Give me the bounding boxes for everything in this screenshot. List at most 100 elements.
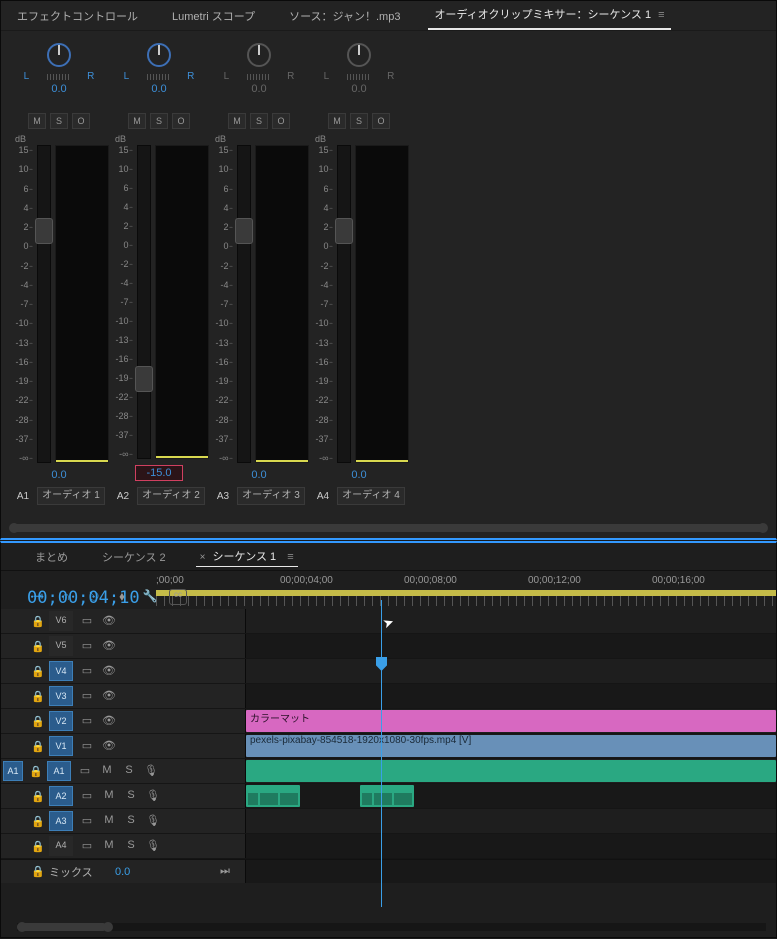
track-name-field[interactable]: オーディオ 1: [37, 487, 105, 505]
eye-icon[interactable]: 👁: [101, 689, 117, 703]
voice-record-icon[interactable]: 🎙: [143, 764, 159, 778]
sync-lock-icon[interactable]: ▭: [79, 739, 95, 753]
eye-icon[interactable]: 👁: [101, 639, 117, 653]
track-toggle[interactable]: A2: [49, 786, 73, 806]
eye-icon[interactable]: 👁: [101, 664, 117, 678]
sync-lock-icon[interactable]: ▭: [79, 839, 95, 853]
lock-icon[interactable]: 🔒: [31, 840, 43, 853]
lock-icon[interactable]: 🔒: [31, 690, 43, 703]
voice-record-icon[interactable]: 🎙: [145, 839, 161, 853]
eye-icon[interactable]: 👁: [101, 614, 117, 628]
tab-effect-controls[interactable]: エフェクトコントロール: [11, 4, 144, 28]
pan-value[interactable]: 0.0: [351, 83, 366, 95]
mute-button[interactable]: M: [99, 764, 115, 778]
lock-icon[interactable]: 🔒: [31, 865, 43, 878]
solo-button[interactable]: S: [123, 839, 139, 853]
track-toggle[interactable]: V1: [49, 736, 73, 756]
clip-audio-a2-2[interactable]: [360, 785, 414, 807]
gain-value[interactable]: 0.0: [351, 469, 366, 481]
fader-track[interactable]: [37, 145, 51, 463]
source-patch[interactable]: A1: [3, 761, 23, 781]
gain-value[interactable]: 0.0: [51, 469, 66, 481]
pan-knob[interactable]: [145, 41, 173, 69]
timeline-scroll-thumb[interactable]: [17, 923, 107, 931]
solo-button[interactable]: S: [123, 814, 139, 828]
lock-icon[interactable]: 🔒: [31, 665, 43, 678]
solo-button[interactable]: S: [121, 764, 137, 778]
sync-lock-icon[interactable]: ▭: [79, 789, 95, 803]
track-toggle[interactable]: A1: [47, 761, 71, 781]
mute-button[interactable]: M: [101, 789, 117, 803]
tab-source[interactable]: ソース：ジャン！.mp3: [283, 4, 406, 28]
pan-value[interactable]: 0.0: [251, 83, 266, 95]
sync-lock-icon[interactable]: ▭: [79, 639, 95, 653]
pan-value[interactable]: 0.0: [151, 83, 166, 95]
tab-lumetri-scopes[interactable]: Lumetri スコープ: [166, 4, 261, 28]
zoom-handle-right[interactable]: [103, 922, 113, 932]
timecode-display[interactable]: 00;00;04;10: [1, 582, 156, 608]
sync-lock-icon[interactable]: ▭: [79, 689, 95, 703]
pan-knob[interactable]: [345, 41, 373, 69]
fader-handle[interactable]: [135, 366, 153, 392]
pan-knob[interactable]: [45, 41, 73, 69]
fader-handle[interactable]: [235, 218, 253, 244]
timeline-tab-summary[interactable]: まとめ: [31, 547, 72, 567]
clip-audio-a1[interactable]: [246, 760, 776, 782]
mute-button[interactable]: M: [101, 839, 117, 853]
lock-icon[interactable]: 🔒: [31, 790, 43, 803]
sync-lock-icon[interactable]: ▭: [79, 714, 95, 728]
fader-track[interactable]: [137, 145, 151, 459]
gain-value[interactable]: 0.0: [251, 469, 266, 481]
timeline-tab-sequence1[interactable]: × シーケンス 1 ≡: [196, 546, 298, 567]
track-content[interactable]: [245, 634, 776, 658]
track-content[interactable]: [245, 659, 776, 683]
pan-value[interactable]: 0.0: [51, 83, 66, 95]
solo-button[interactable]: S: [50, 113, 68, 129]
timeline-horizontal-scrollbar[interactable]: [17, 923, 766, 931]
fader-handle[interactable]: [335, 218, 353, 244]
tab-menu-icon[interactable]: ≡: [658, 9, 664, 21]
fader-track[interactable]: [337, 145, 351, 463]
eye-icon[interactable]: 👁: [101, 739, 117, 753]
fader-track[interactable]: [237, 145, 251, 463]
mute-button[interactable]: M: [328, 113, 346, 129]
track-content[interactable]: [245, 609, 776, 633]
scroll-handle-left[interactable]: [9, 523, 19, 533]
scroll-handle-right[interactable]: [758, 523, 768, 533]
track-content[interactable]: [245, 684, 776, 708]
clip-color-matte[interactable]: カラーマット: [246, 710, 776, 732]
track-toggle[interactable]: V3: [49, 686, 73, 706]
track-name-field[interactable]: オーディオ 4: [337, 487, 405, 505]
mix-value[interactable]: 0.0: [115, 866, 130, 878]
eye-icon[interactable]: 👁: [101, 714, 117, 728]
track-content[interactable]: [245, 759, 776, 783]
clip-video[interactable]: pexels-pixabay-854518-1920x1080-30fps.mp…: [246, 735, 776, 757]
gain-value[interactable]: -15.0: [135, 465, 182, 481]
track-content[interactable]: [245, 834, 776, 858]
lock-icon[interactable]: 🔒: [31, 815, 43, 828]
track-content[interactable]: カラーマット: [245, 709, 776, 733]
tool-snap-icon[interactable]: ∩: [57, 589, 75, 605]
tool-linked-selection-icon[interactable]: ⎋: [85, 589, 103, 605]
channel-output-button[interactable]: O: [172, 113, 190, 129]
sync-lock-icon[interactable]: ▭: [77, 764, 93, 778]
skip-end-icon[interactable]: ⏭: [217, 865, 233, 879]
channel-output-button[interactable]: O: [272, 113, 290, 129]
tool-captions-icon[interactable]: cc: [169, 589, 187, 605]
tab-audio-clip-mixer[interactable]: オーディオクリップミキサー：シーケンス 1 ≡: [428, 2, 670, 30]
playhead[interactable]: [381, 600, 382, 907]
solo-button[interactable]: S: [150, 113, 168, 129]
lock-icon[interactable]: 🔒: [31, 640, 43, 653]
track-name-field[interactable]: オーディオ 2: [137, 487, 205, 505]
track-content[interactable]: [245, 809, 776, 833]
lock-icon[interactable]: 🔒: [31, 740, 43, 753]
lock-icon[interactable]: 🔒: [31, 615, 43, 628]
track-toggle[interactable]: V4: [49, 661, 73, 681]
solo-button[interactable]: S: [350, 113, 368, 129]
track-content[interactable]: pexels-pixabay-854518-1920x1080-30fps.mp…: [245, 734, 776, 758]
pan-knob[interactable]: [245, 41, 273, 69]
track-toggle[interactable]: V5: [49, 636, 73, 656]
close-tab-icon[interactable]: ×: [200, 552, 206, 563]
track-content[interactable]: [245, 784, 776, 808]
track-toggle[interactable]: A3: [49, 811, 73, 831]
